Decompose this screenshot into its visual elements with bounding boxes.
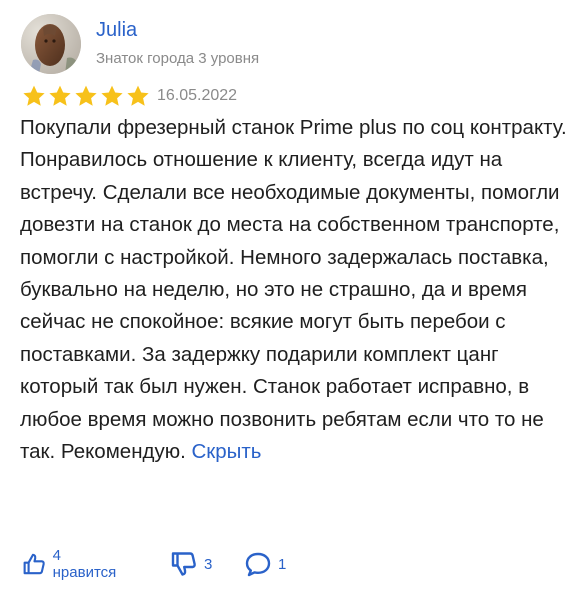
star-icon [49, 85, 71, 106]
hide-text-link[interactable]: Скрыть [192, 440, 262, 463]
review-date: 16.05.2022 [157, 87, 238, 104]
author-level: Знаток города 3 уровня [96, 50, 260, 67]
star-icon [75, 85, 97, 106]
review-card: Julia Знаток города 3 уровня 16.05.2022 … [0, 0, 580, 596]
like-count: 4 нравится [52, 547, 117, 581]
dislike-button[interactable]: 3 [170, 548, 212, 580]
star-icon [101, 85, 123, 106]
dislike-count: 3 [204, 555, 213, 573]
avatar-photo [21, 14, 81, 74]
star-icon [23, 85, 45, 106]
thumbs-down-icon [171, 552, 196, 576]
author-name[interactable]: Julia [96, 18, 137, 42]
comments-count: 1 [278, 555, 287, 573]
star-icon [127, 85, 149, 106]
rating-stars [22, 84, 150, 108]
comments-button[interactable]: 1 [244, 548, 286, 580]
thumbs-up-icon [23, 553, 45, 575]
comment-icon [245, 552, 271, 577]
review-text: Покупали фрезерный станок Prime plus по … [20, 112, 568, 468]
review-body: Покупали фрезерный станок Prime plus по … [20, 116, 567, 464]
avatar[interactable] [21, 14, 81, 74]
like-button[interactable]: 4 нравится [22, 547, 120, 581]
